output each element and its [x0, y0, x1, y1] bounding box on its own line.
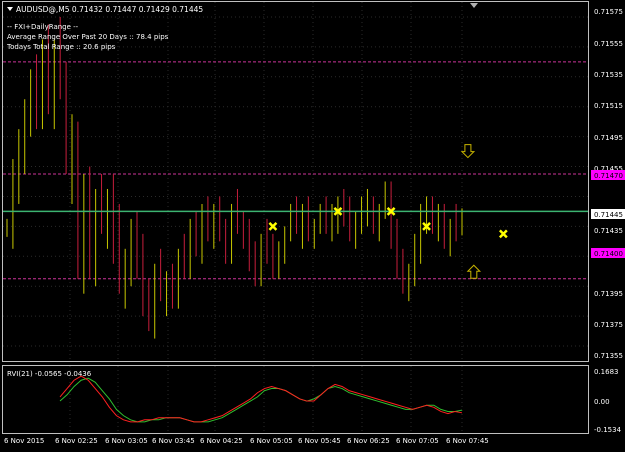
down-arrow-icon	[460, 144, 476, 159]
time-label: 6 Nov 07:05	[396, 437, 439, 445]
time-label: 6 Nov 05:45	[298, 437, 341, 445]
price-label: 0.71355	[594, 352, 623, 360]
info-line-2: Average Range Over Past 20 Days :: 78.4 …	[7, 33, 169, 41]
price-label: 0.71435	[594, 227, 623, 235]
daily-range-lines	[3, 61, 588, 280]
chart-grid	[3, 2, 588, 433]
price-label: 0.71495	[594, 134, 623, 142]
upper-range-tag-text: 0.71470	[594, 172, 623, 180]
info-line-3: Todays Total Range :: 20.6 pips	[6, 43, 116, 51]
rvi-scale-mid: 0.00	[594, 398, 610, 406]
chevron-down-icon[interactable]	[7, 7, 13, 11]
price-label: 0.71515	[594, 102, 623, 110]
time-label: 6 Nov 06:25	[347, 437, 390, 445]
price-label: 0.71375	[594, 321, 623, 329]
rvi-scale-top: 0.1683	[594, 368, 619, 376]
chart-canvas[interactable]: AUDUSD@,M5 0.71432 0.71447 0.71429 0.714…	[0, 0, 625, 448]
up-arrow-icon	[466, 264, 482, 279]
price-label: 0.71555	[594, 40, 623, 48]
time-label: 6 Nov 03:45	[152, 437, 195, 445]
rvi-main-line	[59, 375, 463, 423]
lower-range-tag-text: 0.71400	[594, 250, 623, 258]
rvi-label: RVI(21) -0.0565 -0.0436	[7, 370, 92, 378]
rvi-lines	[59, 375, 463, 423]
price-label: 0.71575	[594, 8, 623, 16]
time-label: 6 Nov 07:45	[446, 437, 489, 445]
price-pane-frame	[2, 1, 589, 362]
info-line-1: -- FXI+DailyRange --	[7, 23, 79, 31]
time-label: 6 Nov 2015	[4, 437, 44, 445]
metatrader-chart-window: AUDUSD@,M5 0.71432 0.71447 0.71429 0.714…	[0, 0, 625, 448]
candles-group	[6, 16, 463, 339]
time-label: 6 Nov 04:25	[200, 437, 243, 445]
x-marker-icon	[498, 229, 508, 239]
time-axis: 6 Nov 2015 6 Nov 02:25 6 Nov 03:05 6 Nov…	[4, 437, 489, 445]
current-price-tag-text: 0.71445	[594, 211, 623, 219]
time-label: 6 Nov 05:05	[250, 437, 293, 445]
rvi-signal-line	[59, 377, 463, 423]
price-label: 0.71395	[594, 290, 623, 298]
chart-shift-marker[interactable]	[470, 3, 478, 8]
chart-title: AUDUSD@,M5 0.71432 0.71447 0.71429 0.714…	[16, 5, 203, 14]
time-label: 6 Nov 02:25	[55, 437, 98, 445]
rvi-scale-bottom: -0.1534	[594, 426, 622, 434]
price-label: 0.71535	[594, 71, 623, 79]
time-label: 6 Nov 03:05	[105, 437, 148, 445]
price-axis: 0.71575 0.71555 0.71535 0.71515 0.71495 …	[594, 8, 623, 360]
signal-markers	[268, 207, 508, 239]
